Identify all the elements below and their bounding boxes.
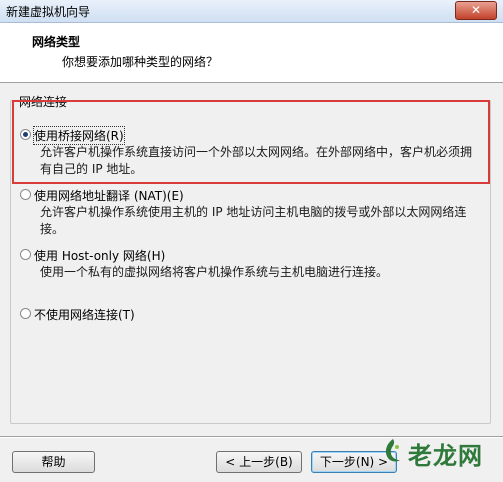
title-bar: 新建虚拟机向导 ✕ xyxy=(0,0,503,23)
page-title: 网络类型 xyxy=(32,35,81,49)
radio-nat[interactable] xyxy=(20,189,31,200)
radio-bridged[interactable] xyxy=(20,129,31,140)
option-host-only-desc: 使用一个私有的虚拟网络将客户机操作系统与主机电脑进行连接。 xyxy=(40,265,389,279)
watermark-text: 老龙网 xyxy=(408,441,483,470)
radio-no-network[interactable] xyxy=(20,308,31,319)
window-title: 新建虚拟机向导 xyxy=(6,5,91,19)
option-nat-label[interactable]: 使用网络地址翻译 (NAT)(E) xyxy=(34,187,184,204)
back-button[interactable]: < 上一步(B) xyxy=(216,451,302,473)
option-bridged-label[interactable]: 使用桥接网络(R) xyxy=(33,126,125,145)
watermark: 老龙网 xyxy=(382,432,497,474)
dragon-logo-icon xyxy=(385,439,400,462)
option-host-only-label[interactable]: 使用 Host-only 网络(H) xyxy=(34,247,165,264)
page-subtitle: 你想要添加哪种类型的网络？ xyxy=(62,55,219,69)
radio-host-only[interactable] xyxy=(20,249,31,260)
close-button[interactable]: ✕ xyxy=(455,1,497,20)
wizard-header: 网络类型 你想要添加哪种类型的网络？ xyxy=(0,23,503,83)
option-nat-desc: 允许客户机操作系统使用主机的 IP 地址访问主机电脑的拨号或外部以太网网络连接。 xyxy=(40,205,467,236)
option-no-network-label[interactable]: 不使用网络连接(T) xyxy=(34,306,135,323)
close-icon: ✕ xyxy=(470,3,482,17)
option-bridged-desc: 允许客户机操作系统直接访问一个外部以太网网络。在外部网络中，客户机必须拥有自己的… xyxy=(40,145,473,176)
help-button[interactable]: 帮助 xyxy=(12,451,95,473)
